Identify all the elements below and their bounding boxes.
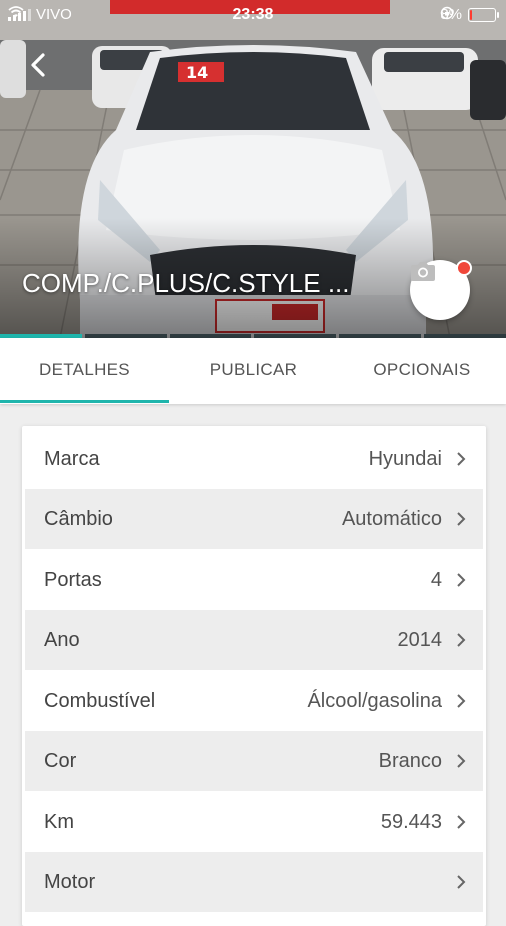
detail-value: Álcool/gasolina	[307, 690, 442, 712]
detail-row-combustivel[interactable]: Combustível Álcool/gasolina	[25, 671, 483, 731]
chevron-right-icon	[457, 754, 466, 768]
details-card: Marca Hyundai Câmbio Automático Portas 4…	[22, 426, 486, 926]
tab-detalhes[interactable]: DETALHES	[0, 338, 169, 404]
back-button[interactable]	[24, 50, 54, 80]
detail-value: Automático	[341, 508, 442, 530]
detail-label: Marca	[44, 448, 100, 470]
detail-row-cor[interactable]: Cor Branco	[25, 731, 483, 791]
chevron-right-icon	[457, 573, 466, 587]
detail-row-portas[interactable]: Portas 4	[25, 550, 483, 610]
vehicle-title: COMP./C.PLUS/C.STYLE ...	[22, 268, 350, 298]
detail-row-ano[interactable]: Ano 2014	[25, 610, 483, 670]
detail-label: Combustível	[44, 690, 156, 712]
detail-value: 4	[430, 569, 442, 591]
detail-value: 2014	[397, 629, 443, 651]
chevron-right-icon	[457, 875, 466, 889]
chevron-right-icon	[457, 512, 466, 526]
vehicle-photo[interactable]: 14 VIVO 23:38 8% COMP./C.PLUS/C.STYLE ..…	[0, 0, 506, 338]
detail-label: Portas	[44, 569, 102, 591]
chevron-right-icon	[457, 815, 466, 829]
svg-text:14: 14	[186, 63, 208, 82]
status-time: 23:38	[232, 6, 274, 23]
camera-icon	[411, 262, 435, 281]
detail-label: Km	[44, 811, 74, 833]
battery-level	[470, 9, 472, 20]
detail-label: Cor	[44, 750, 77, 772]
add-photo-button[interactable]	[410, 260, 472, 320]
orientation-lock-icon	[441, 6, 454, 20]
chevron-right-icon	[457, 452, 466, 466]
chevron-right-icon	[457, 633, 466, 647]
battery-icon	[468, 7, 499, 22]
status-right: 8%	[440, 6, 499, 23]
detail-value: Hyundai	[368, 448, 442, 470]
tab-opcionais[interactable]: OPCIONAIS	[338, 338, 506, 404]
active-tab-indicator	[0, 400, 169, 403]
tab-publicar[interactable]: PUBLICAR	[169, 338, 338, 404]
detail-value: 59.443	[380, 811, 442, 833]
detail-label: Ano	[44, 629, 80, 651]
detail-label: Câmbio	[44, 508, 113, 530]
detail-row-marca[interactable]: Marca Hyundai	[25, 429, 483, 489]
chevron-left-icon	[31, 53, 45, 77]
detail-row-km[interactable]: Km 59.443	[25, 792, 483, 852]
tab-bar: DETALHES PUBLICAR OPCIONAIS	[0, 338, 506, 404]
detail-row-motor[interactable]: Motor	[25, 852, 483, 912]
status-bar: VIVO 23:38 8%	[0, 0, 506, 30]
detail-value: Branco	[378, 750, 442, 772]
chevron-right-icon	[457, 694, 466, 708]
notification-dot	[456, 260, 472, 276]
detail-row-cambio[interactable]: Câmbio Automático	[25, 489, 483, 549]
detail-label: Motor	[44, 871, 96, 893]
